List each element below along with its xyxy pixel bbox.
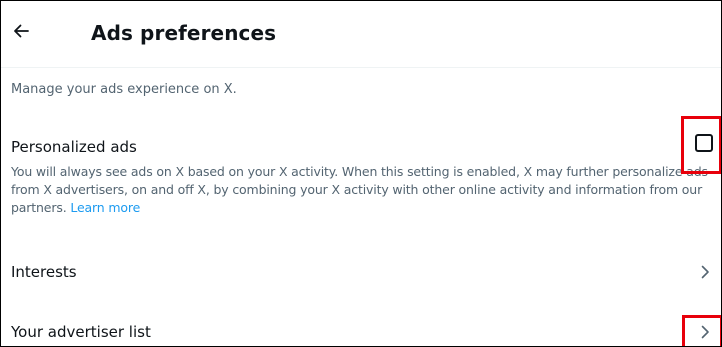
interests-row[interactable]: Interests (1, 247, 721, 297)
ads-preferences-panel: Ads preferences Manage your ads experien… (0, 0, 722, 347)
chevron-right-icon (701, 265, 710, 279)
personalized-ads-title: Personalized ads (11, 138, 137, 156)
arrow-left-icon (10, 24, 38, 38)
personalized-ads-checkbox[interactable] (695, 134, 713, 152)
learn-more-link[interactable]: Learn more (70, 200, 140, 215)
personalized-ads-description: You will always see ads on X based on yo… (11, 163, 721, 217)
interests-label: Interests (11, 263, 77, 281)
chevron-right-icon (701, 325, 710, 339)
page-description: Manage your ads experience on X. (11, 82, 237, 97)
advertiser-list-label: Your advertiser list (11, 323, 151, 341)
page-header: Ads preferences (1, 1, 721, 67)
page-title: Ads preferences (91, 21, 277, 45)
back-button[interactable] (10, 16, 38, 48)
header-divider (1, 67, 721, 68)
advertiser-list-row[interactable]: Your advertiser list (1, 307, 721, 346)
personalized-ads-setting: Personalized ads You will always see ads… (1, 128, 721, 258)
